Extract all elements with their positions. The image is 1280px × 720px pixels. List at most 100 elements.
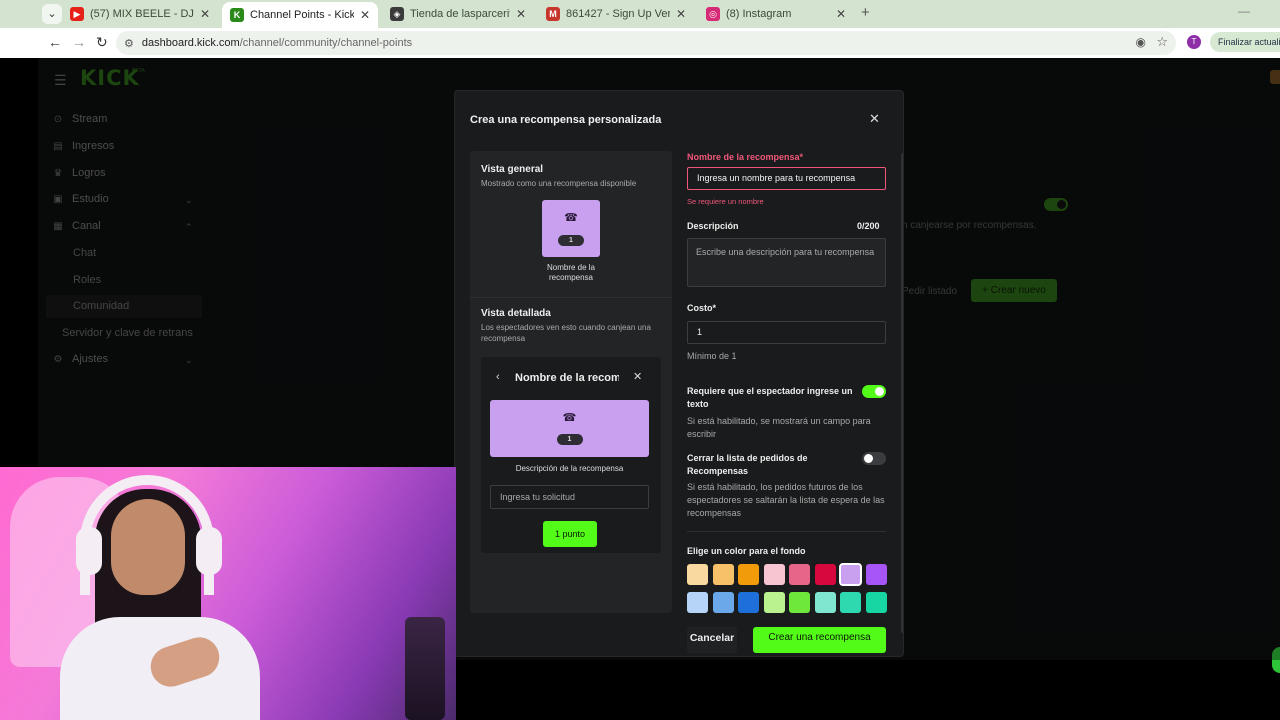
create-reward-modal: Crea una recompensa personalizada ✕ Vist… [454, 90, 904, 657]
color-swatch[interactable] [814, 564, 836, 585]
cost-label: Costo* [687, 303, 716, 313]
cost-pill: 1 [556, 434, 583, 445]
cost-hint: Mínimo de 1 [687, 351, 737, 361]
description-textarea[interactable]: Escribe una descripción para tu recompen… [687, 238, 886, 287]
modal-scrollbar[interactable] [901, 153, 903, 633]
color-swatch[interactable] [814, 592, 836, 613]
close-queue-toggle[interactable] [862, 452, 886, 465]
tab-close-icon[interactable]: ✕ [676, 7, 686, 21]
tab-title: (8) Instagram [726, 8, 792, 20]
close-queue-title: Cerrar la lista de pedidos de Recompensa… [687, 453, 808, 476]
color-swatch[interactable] [789, 592, 810, 613]
general-view-subtitle: Mostrado como una recompensa disponible [481, 179, 637, 188]
reward-preview-panel: Vista general Mostrado como una recompen… [470, 151, 672, 613]
detail-view-subtitle: Los espectadores ven esto cuando canjean… [481, 323, 651, 343]
color-swatch[interactable] [687, 564, 708, 585]
tab-close-icon[interactable]: ✕ [360, 8, 370, 22]
color-swatch[interactable] [687, 592, 708, 613]
color-swatch[interactable] [738, 592, 759, 613]
url-host: dashboard.kick.com [141, 37, 240, 49]
forward-icon[interactable]: → [72, 34, 86, 50]
card-title: Nombre de la recompensa [515, 372, 619, 384]
require-text-description: Si está habilitado, se mostrará un campo… [687, 416, 871, 439]
modal-title: Crea una recompensa personalizada [470, 114, 662, 126]
color-swatch[interactable] [789, 564, 810, 585]
reward-name-input[interactable]: Ingresa un nombre para tu recompensa [687, 167, 886, 190]
site-info-icon[interactable]: ⚙ [124, 37, 134, 50]
description-counter: 0/200 [857, 221, 880, 231]
general-view-title: Vista general [481, 164, 544, 175]
browser-tab[interactable]: ◈ Tienda de lasparceritas | The be ✕ [382, 2, 534, 26]
tab-favicon-icon: ▶ [70, 7, 84, 21]
card-description: Descripción de la recompensa [515, 464, 624, 473]
chevron-left-icon[interactable]: ‹ [496, 371, 500, 383]
tab-favicon-icon: K [230, 8, 244, 22]
tab-title: (57) MIX BEELE - DJ ROYMIK | Yo [90, 8, 194, 20]
require-text-toggle[interactable] [862, 385, 886, 398]
create-reward-button[interactable]: Crear una recompensa [753, 627, 886, 653]
color-swatch[interactable] [865, 564, 887, 585]
color-swatch[interactable] [738, 564, 759, 585]
bookmark-star-icon[interactable]: ☆ [1156, 34, 1168, 50]
redeem-point-button[interactable]: 1 punto [543, 521, 597, 547]
update-button[interactable]: Finalizar actualiza [1210, 32, 1280, 52]
reward-tile-large: ☎ 1 [490, 400, 649, 457]
color-swatch[interactable] [712, 564, 734, 585]
request-input[interactable]: Ingresa tu solicitud [490, 485, 649, 509]
reward-detail-card: ‹ Nombre de la recompensa ✕ ☎ 1 Descripc… [481, 357, 661, 553]
description-label: Descripción [687, 221, 739, 231]
gift-icon: ☎ [564, 212, 578, 224]
name-label: Nombre de la recompensa* [687, 152, 804, 162]
tab-favicon-icon: ◈ [390, 7, 404, 21]
tab-close-icon[interactable]: ✕ [200, 7, 210, 21]
cost-input[interactable]: 1 [687, 321, 886, 344]
webcam-lamp [405, 617, 445, 720]
tab-strip: ⌄ ▶ (57) MIX BEELE - DJ ROYMIK | Yo ✕ K Chan… [0, 0, 1280, 28]
eye-off-icon[interactable]: ◉ [1136, 35, 1146, 49]
name-error: Se requiere un nombre [687, 197, 764, 206]
reload-icon[interactable]: ↻ [96, 34, 108, 51]
reward-tile-small: ☎ 1 [542, 200, 600, 257]
color-swatch[interactable] [712, 592, 734, 613]
tab-close-icon[interactable]: ✕ [516, 7, 526, 21]
cost-pill: 1 [558, 235, 584, 246]
tab-favicon-icon: M [546, 7, 560, 21]
color-swatch[interactable] [763, 564, 785, 585]
color-swatch[interactable] [763, 592, 785, 613]
tab-title: Tienda de lasparceritas | The be [410, 8, 510, 20]
new-tab-icon[interactable]: + [861, 4, 870, 21]
color-swatch[interactable] [839, 563, 862, 586]
browser-tab[interactable]: K Channel Points - Kick Dashboard ✕ [222, 2, 378, 28]
webcam-headphone-left [76, 527, 102, 575]
browser-chrome: ⌄ ▶ (57) MIX BEELE - DJ ROYMIK | Yo ✕ K Chan… [0, 0, 1280, 58]
color-swatch[interactable] [865, 592, 887, 613]
color-label: Elige un color para el fondo [687, 546, 806, 556]
preview-divider [470, 297, 672, 298]
cancel-button[interactable]: Cancelar [687, 627, 737, 653]
tab-close-icon[interactable]: ✕ [836, 7, 846, 21]
browser-tab[interactable]: ◎ (8) Instagram ✕ [698, 2, 854, 26]
profile-avatar[interactable]: T [1187, 35, 1201, 49]
reward-form: Nombre de la recompensa* Ingresa un nomb… [687, 91, 887, 656]
address-bar[interactable]: ⚙ dashboard.kick.com/channel/community/c… [116, 31, 1176, 55]
gift-icon: ☎ [562, 412, 577, 424]
close-queue-description: Si está habilitado, los pedidos futuros … [687, 482, 885, 518]
form-divider [687, 531, 886, 532]
webcam-headphone-right [196, 527, 222, 575]
tab-favicon-icon: ◎ [706, 7, 720, 21]
detail-view-title: Vista detallada [481, 308, 551, 319]
toolbar: ← → ↻ ⚙ dashboard.kick.com/channel/commu… [0, 28, 1280, 58]
minimize-icon[interactable]: — [1238, 4, 1250, 18]
require-text-title: Requiere que el espectador ingrese un te… [687, 386, 853, 409]
browser-tab[interactable]: ▶ (57) MIX BEELE - DJ ROYMIK | Yo ✕ [62, 2, 218, 26]
tab-search-icon[interactable]: ⌄ [42, 4, 62, 24]
color-swatch[interactable] [840, 592, 861, 613]
browser-tab[interactable]: M 861427 - Sign Up Verification C ✕ [538, 2, 694, 26]
small-tile-caption: Nombre de la recompensa [546, 263, 596, 282]
tab-title: 861427 - Sign Up Verification C [566, 8, 670, 20]
tab-title: Channel Points - Kick Dashboard [250, 9, 354, 21]
webcam-overlay [0, 467, 456, 720]
back-icon[interactable]: ← [48, 34, 62, 50]
close-icon[interactable]: ✕ [633, 370, 642, 383]
url-path: /channel/community/channel-points [239, 37, 413, 49]
